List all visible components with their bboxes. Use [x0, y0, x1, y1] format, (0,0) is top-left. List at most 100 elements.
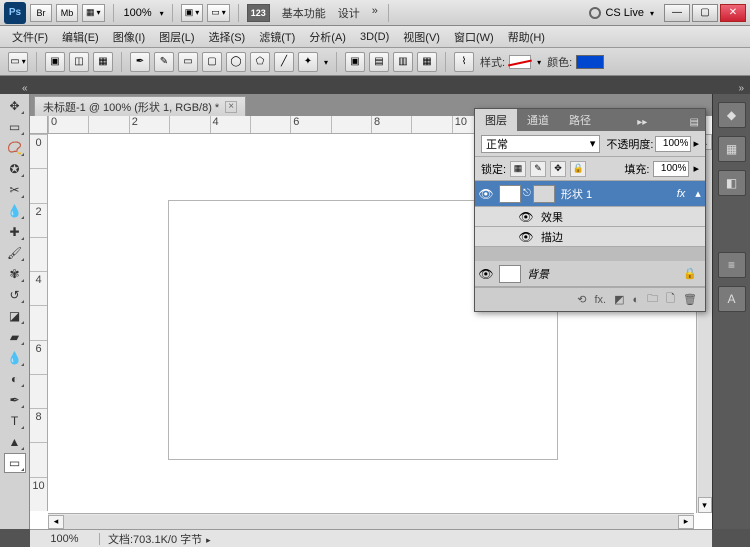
ruler-origin[interactable] — [30, 116, 48, 134]
paths-mode[interactable]: ◫ — [69, 52, 89, 72]
ruler-vertical[interactable]: 0246810 — [30, 134, 48, 511]
workspace-more[interactable]: » — [370, 3, 380, 23]
visibility-icon[interactable]: 👁 — [515, 230, 537, 244]
tool-preset-button[interactable]: ▭ — [8, 52, 28, 72]
layer-row-shape1[interactable]: 👁 ⎋ 形状 1 fx ▴ — [475, 181, 705, 207]
delete-layer-icon[interactable]: 🗑 — [683, 293, 697, 306]
quick-select-tool[interactable]: ✪ — [4, 159, 26, 179]
minimize-button[interactable]: — — [664, 4, 690, 22]
eraser-tool[interactable]: ◪ — [4, 306, 26, 326]
scrollbar-horizontal[interactable]: ◂ ▸ — [48, 513, 694, 529]
tab-layers[interactable]: 图层 — [475, 109, 517, 131]
panel-expand-icon[interactable]: ▸▸ — [631, 114, 653, 131]
pathop-add-icon[interactable]: ▣ — [345, 52, 365, 72]
layer-effects-row[interactable]: 👁 效果 — [475, 207, 705, 227]
pen-tool[interactable]: ✒ — [4, 390, 26, 410]
menu-view[interactable]: 视图(V) — [397, 27, 446, 47]
arrange-docs-button[interactable]: ▣ — [181, 4, 204, 22]
vector-mask-thumb[interactable] — [533, 185, 555, 203]
collapse-right-icon[interactable]: » — [738, 83, 744, 94]
dock-color-icon[interactable]: ◆ — [718, 102, 746, 128]
scroll-left-icon[interactable]: ◂ — [48, 515, 64, 529]
dodge-tool[interactable]: ◐ — [4, 369, 26, 389]
scroll-right-icon[interactable]: ▸ — [678, 515, 694, 529]
visibility-icon[interactable]: 👁 — [475, 267, 497, 281]
lock-pixels-icon[interactable]: ✎ — [530, 161, 546, 177]
shape-layers-mode[interactable]: ▣ — [45, 52, 65, 72]
bridge-button[interactable]: Br — [30, 4, 52, 22]
marquee-tool[interactable]: ▭ — [4, 117, 26, 137]
status-doc-info[interactable]: 文档:703.1K/0 字节▸ — [100, 531, 211, 547]
button-123[interactable]: 123 — [247, 4, 270, 22]
new-layer-icon[interactable]: 🗋 — [666, 290, 675, 309]
minibridge-button[interactable]: Mb — [56, 4, 78, 22]
crop-tool[interactable]: ✂ — [4, 180, 26, 200]
opacity-slider-icon[interactable]: ▸ — [693, 137, 699, 150]
dock-swatches-icon[interactable]: ▦ — [718, 136, 746, 162]
brush-tool[interactable]: 🖌 — [4, 243, 26, 263]
layer-mask-icon[interactable]: ◩ — [614, 293, 624, 306]
document-tab[interactable]: 未标题-1 @ 100% (形状 1, RGB/8) * × — [34, 96, 246, 116]
lock-all-icon[interactable]: 🔒 — [570, 161, 586, 177]
lasso-tool[interactable]: 📿 — [4, 138, 26, 158]
layer-thumb[interactable] — [499, 185, 521, 203]
lock-position-icon[interactable]: ✥ — [550, 161, 566, 177]
cslive-menu[interactable]: CS Live — [589, 7, 654, 19]
eyedropper-tool[interactable]: 💧 — [4, 201, 26, 221]
style-dropdown[interactable] — [535, 56, 541, 68]
history-brush-tool[interactable]: ↺ — [4, 285, 26, 305]
style-swatch[interactable] — [509, 55, 531, 69]
fill-input[interactable] — [653, 161, 689, 177]
maximize-button[interactable]: ▢ — [692, 4, 718, 22]
fill-slider-icon[interactable]: ▸ — [693, 162, 699, 175]
collapse-left-icon[interactable]: « — [22, 83, 28, 94]
gradient-tool[interactable]: ▰ — [4, 327, 26, 347]
layer-stroke-row[interactable]: 👁 描边 — [475, 227, 705, 247]
layer-thumb[interactable] — [499, 265, 521, 283]
menu-analysis[interactable]: 分析(A) — [303, 27, 352, 47]
menu-edit[interactable]: 编辑(E) — [56, 27, 105, 47]
menu-file[interactable]: 文件(F) — [6, 27, 54, 47]
status-zoom[interactable]: 100% — [30, 533, 100, 545]
visibility-icon[interactable]: 👁 — [515, 210, 537, 224]
opacity-input[interactable] — [655, 136, 691, 152]
menu-3d[interactable]: 3D(D) — [354, 29, 395, 45]
scroll-down-icon[interactable]: ▾ — [698, 497, 712, 513]
menu-filter[interactable]: 滤镜(T) — [253, 27, 301, 47]
rectangle-shape-icon[interactable]: ▭ — [178, 52, 198, 72]
tab-channels[interactable]: 通道 — [517, 109, 559, 131]
color-swatch[interactable] — [576, 55, 604, 69]
scroll-track[interactable] — [64, 515, 678, 529]
close-tab-icon[interactable]: × — [225, 101, 237, 113]
fx-badge[interactable]: fx — [671, 188, 691, 200]
rectangle-tool[interactable]: ▭ — [4, 453, 26, 473]
pathop-subtract-icon[interactable]: ▤ — [369, 52, 389, 72]
dock-adjust-icon[interactable]: ◧ — [718, 170, 746, 196]
menu-layer[interactable]: 图层(L) — [153, 27, 200, 47]
type-tool[interactable]: T — [4, 411, 26, 431]
layer-name[interactable]: 形状 1 — [557, 186, 671, 202]
menu-window[interactable]: 窗口(W) — [448, 27, 500, 47]
freeform-pen-icon[interactable]: ✎ — [154, 52, 174, 72]
link-icon[interactable]: ⌇ — [454, 52, 474, 72]
menu-select[interactable]: 选择(S) — [203, 27, 252, 47]
custom-shape-icon[interactable]: ✦ — [298, 52, 318, 72]
panel-menu-icon[interactable]: ▤ — [684, 114, 705, 131]
screen-mode-button[interactable]: ▭ — [207, 4, 230, 22]
workspace-design[interactable]: 设计 — [336, 3, 362, 23]
healing-tool[interactable]: ✚ — [4, 222, 26, 242]
pathop-intersect-icon[interactable]: ▥ — [393, 52, 413, 72]
menu-help[interactable]: 帮助(H) — [502, 27, 551, 47]
ellipse-shape-icon[interactable]: ◯ — [226, 52, 246, 72]
zoom-dropdown-icon[interactable] — [158, 7, 164, 19]
tab-paths[interactable]: 路径 — [559, 109, 601, 131]
rounded-rect-icon[interactable]: ▢ — [202, 52, 222, 72]
zoom-level-label[interactable]: 100% — [122, 7, 154, 19]
adjustment-layer-icon[interactable]: ◐ — [633, 294, 640, 306]
polygon-shape-icon[interactable]: ⬠ — [250, 52, 270, 72]
lock-transparent-icon[interactable]: ▦ — [510, 161, 526, 177]
dock-history-icon[interactable]: ≡ — [718, 252, 746, 278]
blur-tool[interactable]: 💧 — [4, 348, 26, 368]
view-extras-button[interactable]: ▦ — [82, 4, 105, 22]
layer-fx-icon[interactable]: fx. — [594, 294, 606, 306]
